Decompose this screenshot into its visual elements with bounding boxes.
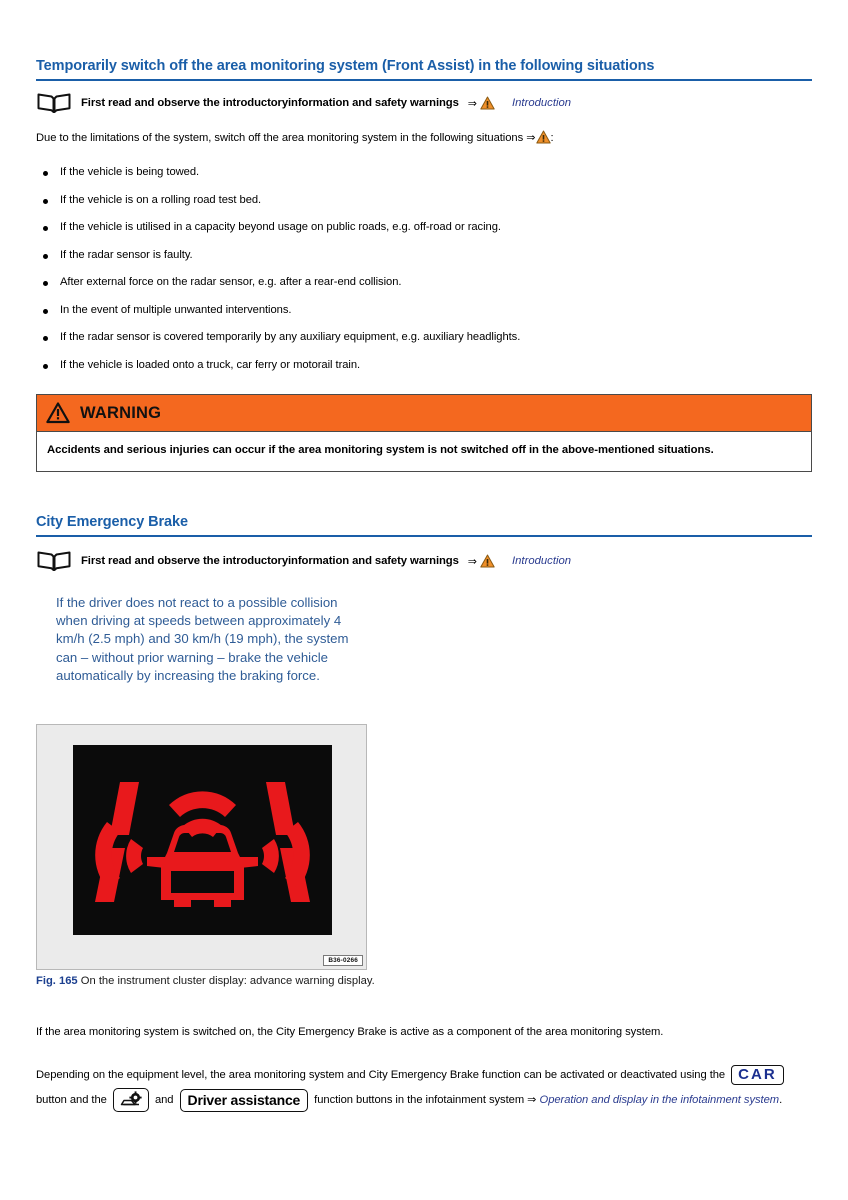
list-item: In the event of multiple unwanted interv… xyxy=(36,304,812,316)
xref-arrow-1: ⇒ xyxy=(467,97,478,110)
intro-paragraph: Due to the limitations of the system, sw… xyxy=(36,130,812,146)
intro-paragraph-text: Due to the limitations of the system, sw… xyxy=(36,132,527,144)
read-first-text-2: First read and observe the introductoryi… xyxy=(81,555,459,567)
activation-text-part3: and xyxy=(151,1094,177,1107)
intro-paragraph-suffix: : xyxy=(550,132,554,144)
city-emergency-brake-note: If the driver does not react to a possib… xyxy=(56,595,349,683)
list-item: If the radar sensor is covered temporari… xyxy=(36,331,812,343)
activation-text-part4: function buttons in the infotainment sys… xyxy=(311,1094,528,1107)
car-settings-icon[interactable] xyxy=(112,1088,149,1113)
activation-xref-arrow: ⇒ xyxy=(527,1094,537,1107)
front-assist-telltale-icon xyxy=(95,782,310,907)
warning-triangle-icon xyxy=(480,96,495,110)
list-item: If the vehicle is on a rolling road test… xyxy=(36,194,812,206)
warning-box-title: WARNING xyxy=(80,403,162,422)
xref-link-infotainment[interactable]: Operation and display in the infotainmen… xyxy=(540,1094,780,1106)
page-title: Temporarily switch off the area monitori… xyxy=(36,57,812,82)
figure-caption-text: On the instrument cluster display: advan… xyxy=(80,975,375,987)
car-button[interactable]: CAR xyxy=(731,1064,784,1086)
warning-triangle-icon xyxy=(480,554,495,568)
open-book-icon xyxy=(36,549,72,573)
figure-caption: Fig. 165 On the instrument cluster displ… xyxy=(36,975,812,987)
read-first-text-1: First read and observe the introductoryi… xyxy=(81,97,459,109)
instrument-cluster-display xyxy=(73,745,332,935)
list-item: If the vehicle is being towed. xyxy=(36,166,812,178)
warning-box-header: WARNING xyxy=(37,395,811,432)
open-book-icon xyxy=(36,91,72,115)
warning-triangle-icon xyxy=(535,130,551,144)
situations-list: If the vehicle is being towed. If the ve… xyxy=(36,166,812,386)
section-heading-front-assist-wrap: Temporarily switch off the area monitori… xyxy=(36,57,812,82)
list-item: If the radar sensor is faulty. xyxy=(36,249,812,261)
read-first-note-1: First read and observe the introductoryi… xyxy=(36,91,812,115)
xref-arrow-2: ⇒ xyxy=(467,555,478,568)
warning-triangle-icon xyxy=(46,402,70,424)
xref-link-introduction-1[interactable]: Introduction xyxy=(512,97,571,109)
driver-assistance-button[interactable]: Driver assistance xyxy=(179,1088,309,1112)
activation-text-part1: Depending on the equipment level, the ar… xyxy=(36,1069,729,1081)
warning-box-body: Accidents and serious injuries can occur… xyxy=(47,444,714,456)
list-item: If the vehicle is loaded onto a truck, c… xyxy=(36,359,812,371)
paragraph-activation-buttons: Depending on the equipment level, the ar… xyxy=(36,1063,816,1113)
figure-165-image: B36-0266 xyxy=(36,724,367,970)
section-title: City Emergency Brake xyxy=(36,513,812,538)
activation-text-part2: button and the xyxy=(36,1094,110,1107)
list-item: If the vehicle is utilised in a capacity… xyxy=(36,221,812,233)
figure-caption-number: Fig. 165 xyxy=(36,975,78,987)
read-first-note-2: First read and observe the introductoryi… xyxy=(36,549,812,573)
section-heading-city-emergency-brake-wrap: City Emergency Brake xyxy=(36,513,812,538)
paragraph-city-emergency-brake-active: If the area monitoring system is switche… xyxy=(36,1026,664,1038)
list-item: After external force on the radar sensor… xyxy=(36,276,812,288)
activation-text-end: . xyxy=(779,1094,783,1107)
warning-box: WARNING Accidents and serious injuries c… xyxy=(36,394,812,473)
intro-arrow: ⇒ xyxy=(526,132,536,144)
manual-page: Temporarily switch off the area monitori… xyxy=(0,0,848,1200)
figure-code-label: B36-0266 xyxy=(323,955,363,966)
xref-link-introduction-2[interactable]: Introduction xyxy=(512,555,571,567)
